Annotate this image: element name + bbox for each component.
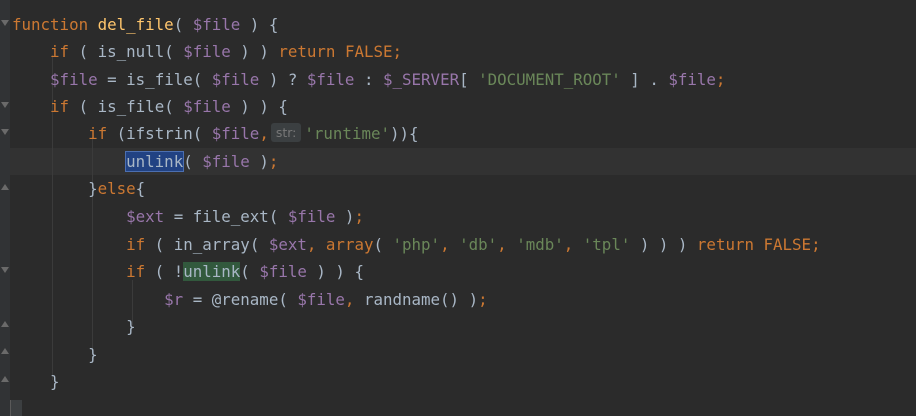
function-call: is_file: [126, 70, 193, 89]
constant: FALSE: [763, 235, 812, 254]
editor-gutter: [0, 0, 10, 416]
keyword: if: [88, 124, 108, 143]
code-line-14[interactable]: }: [12, 368, 60, 395]
function-call: is_null: [97, 42, 165, 61]
variable: $ext: [126, 207, 165, 226]
fold-open-icon[interactable]: [1, 102, 9, 108]
variable: $file: [183, 97, 231, 116]
string-literal: 'DOCUMENT_ROOT': [478, 70, 621, 89]
code-line-5[interactable]: if (ifstrin( $file, str:'runtime')){: [12, 120, 419, 147]
variable: $ext: [268, 235, 307, 254]
function-call: file_ext: [192, 207, 269, 226]
code-line-6[interactable]: unlink( $file );: [12, 148, 278, 175]
code-line-13[interactable]: }: [12, 341, 98, 368]
variable: $file: [668, 70, 716, 89]
function-call: is_file: [97, 97, 165, 116]
keyword: array: [325, 235, 374, 254]
function-call: in_array: [173, 235, 250, 254]
function-call: randname: [363, 290, 441, 309]
closing-brace-marker: [10, 400, 22, 416]
code-line-3[interactable]: $file = is_file( $file ) ? $file : $_SER…: [12, 66, 725, 93]
keyword: return: [278, 42, 336, 61]
variable: $file: [297, 290, 345, 309]
variable: $file: [306, 70, 355, 89]
fold-close-icon[interactable]: [1, 321, 9, 327]
string-literal: 'db': [459, 235, 498, 254]
fold-close-icon[interactable]: [1, 376, 9, 382]
string-literal: 'runtime': [304, 124, 390, 143]
variable: $file: [259, 262, 307, 281]
function-name: del_file: [97, 15, 174, 34]
function-call: ifstrin: [126, 124, 193, 143]
keyword: if: [50, 97, 70, 116]
variable: $file: [211, 70, 260, 89]
highlighted-usage[interactable]: unlink: [183, 262, 241, 281]
variable: $file: [183, 42, 231, 61]
constant: FALSE: [344, 42, 393, 61]
parameter-hint: str:: [270, 123, 302, 142]
fold-open-icon[interactable]: [1, 20, 9, 26]
selected-identifier[interactable]: unlink: [125, 151, 185, 172]
string-literal: 'php': [392, 235, 441, 254]
fold-open-icon[interactable]: [1, 129, 9, 135]
keyword: if: [50, 42, 70, 61]
variable: $file: [192, 15, 241, 34]
code-line-7[interactable]: }else{: [12, 175, 145, 202]
code-line-8[interactable]: $ext = file_ext( $file );: [12, 203, 364, 230]
variable: $file: [211, 124, 260, 143]
variable: $file: [202, 152, 250, 171]
variable: $r: [164, 290, 184, 309]
variable: $_SERVER: [383, 70, 460, 89]
keyword: else: [97, 179, 136, 198]
keyword: return: [696, 235, 754, 254]
code-line-10[interactable]: if ( !unlink( $file ) ) {: [12, 258, 364, 285]
function-call: @rename: [211, 290, 279, 309]
code-line-9[interactable]: if ( in_array( $ext, array( 'php', 'db',…: [12, 231, 820, 258]
string-literal: 'tpl': [582, 235, 631, 254]
variable: $file: [50, 70, 98, 89]
keyword: function: [12, 15, 89, 34]
code-line-4[interactable]: if ( is_file( $file ) ) {: [12, 93, 288, 120]
code-line-1[interactable]: function del_file( $file ) {: [12, 11, 278, 38]
fold-close-icon[interactable]: [1, 184, 9, 190]
fold-close-icon[interactable]: [1, 348, 9, 354]
keyword: if: [126, 235, 146, 254]
code-editor[interactable]: function del_file( $file ) { if ( is_nul…: [0, 0, 916, 416]
variable: $file: [287, 207, 336, 226]
code-line-11[interactable]: $r = @rename( $file, randname() );: [12, 286, 487, 313]
code-line-2[interactable]: if ( is_null( $file ) ) return FALSE;: [12, 38, 402, 65]
string-literal: 'mdb': [516, 235, 564, 254]
fold-open-icon[interactable]: [1, 267, 9, 273]
code-line-12[interactable]: }: [12, 313, 136, 340]
keyword: if: [126, 262, 146, 281]
